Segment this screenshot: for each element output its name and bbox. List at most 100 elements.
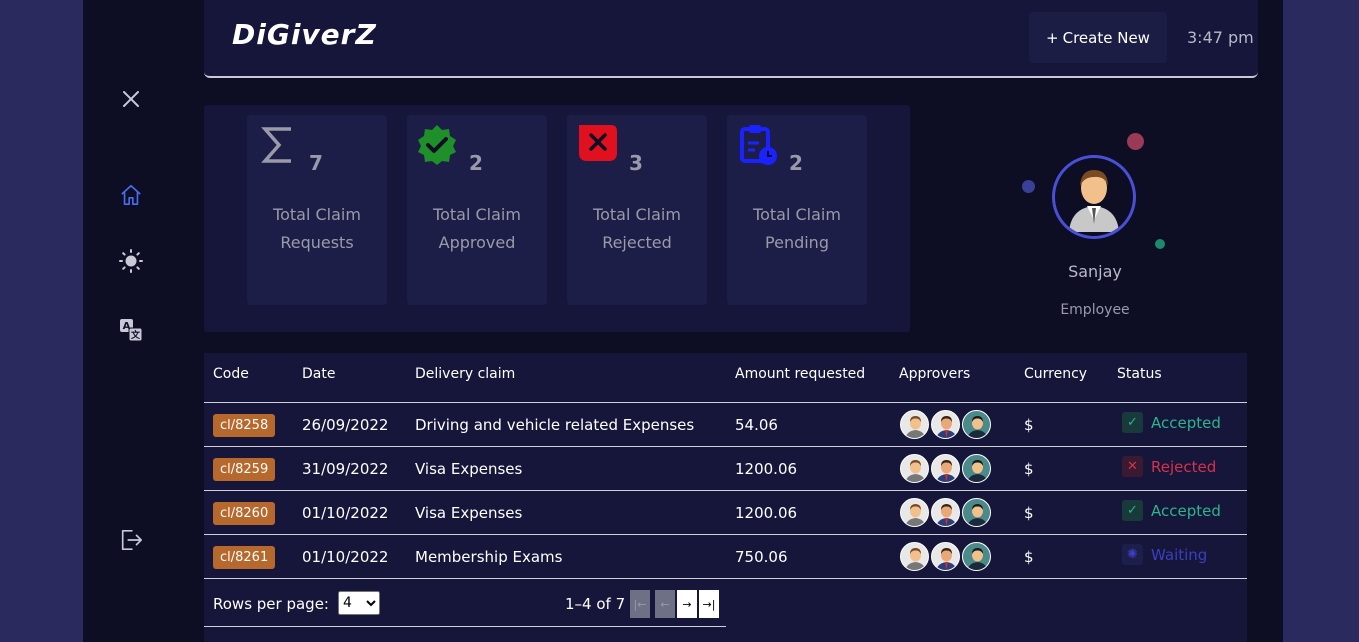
claim-amount: 54.06 [735,416,778,434]
claim-currency: $ [1024,416,1034,434]
close-icon[interactable] [119,87,143,111]
approver-avatar[interactable] [900,498,929,527]
stat-count: 3 [629,151,643,175]
previous-page-button[interactable]: ← [655,590,675,618]
decorative-dot [1022,180,1035,193]
table-row[interactable]: cl/8258 26/09/2022 Driving and vehicle r… [204,403,1247,447]
check-icon: ✓ [1122,500,1143,521]
claim-description: Visa Expenses [415,504,523,522]
approver-avatar[interactable] [962,498,991,527]
status-label: Waiting [1151,545,1208,564]
profile-card: Sanjay Employee [1010,130,1180,330]
user-avatar-icon [1069,170,1119,232]
status-waiting: ✺ Waiting [1122,544,1207,565]
sun-icon[interactable] [119,249,143,273]
approver-avatar[interactable] [931,410,960,439]
approver-avatar[interactable] [900,410,929,439]
table-row[interactable]: cl/8260 01/10/2022 Visa Expenses 1200.06… [204,491,1247,535]
sigma-icon [259,123,303,167]
status-label: Accepted [1151,413,1221,432]
approver-avatar[interactable] [931,454,960,483]
pending-clipboard-icon [737,123,781,167]
table-row[interactable]: cl/8259 31/09/2022 Visa Expenses 1200.06… [204,447,1247,491]
header-code[interactable]: Code [213,366,249,382]
decorative-dot [1155,239,1165,249]
header-claim[interactable]: Delivery claim [415,366,515,382]
stat-label: Total Claim Pending [753,205,841,252]
stats-panel: 7 Total Claim Requests 2 Total Claim Appro… [204,105,910,332]
header-status[interactable]: Status [1117,366,1162,382]
stat-label: Total Claim Rejected [593,205,681,252]
claim-description: Visa Expenses [415,460,523,478]
create-new-button[interactable]: + Create New [1029,12,1167,63]
pagination: Rows per page: 4 1–4 of 7 |← ← → →| [204,579,726,627]
claim-amount: 1200.06 [735,504,798,522]
claim-currency: $ [1024,548,1034,566]
claim-code-badge[interactable]: cl/8261 [213,546,276,569]
claim-currency: $ [1024,504,1034,522]
stat-count: 2 [789,151,803,175]
stat-count: 2 [469,151,483,175]
header-approvers[interactable]: Approvers [899,366,970,382]
approver-avatar[interactable] [962,542,991,571]
app-frame: A 文 DiGiverZ + Create New 3:47 pm 7 Tota… [83,0,1283,642]
stat-count: 7 [309,151,323,175]
plus-icon: + [1046,28,1059,47]
stat-card-approved[interactable]: 2 Total Claim Approved [407,115,547,305]
claim-date: 01/10/2022 [302,548,389,566]
approver-avatar[interactable] [962,454,991,483]
avatar[interactable] [1052,155,1136,239]
profile-role: Employee [1060,302,1130,318]
create-new-label: Create New [1062,28,1150,47]
stat-card-requests[interactable]: 7 Total Claim Requests [247,115,387,305]
top-header: DiGiverZ + Create New 3:47 pm [204,0,1258,78]
logout-icon[interactable] [119,528,143,552]
stat-card-pending[interactable]: 2 Total Claim Pending [727,115,867,305]
brand-logo[interactable]: DiGiverZ [232,18,377,51]
approvers-group [900,410,991,439]
claim-description: Driving and vehicle related Expenses [415,416,695,434]
stat-label: Total Claim Requests [273,205,361,252]
approver-avatar[interactable] [931,542,960,571]
approvers-group [900,454,991,483]
rows-per-page-label: Rows per page: [213,595,329,613]
approver-avatar[interactable] [900,542,929,571]
spinner-icon: ✺ [1122,544,1143,565]
approver-avatar[interactable] [931,498,960,527]
status-label: Rejected [1151,457,1217,476]
claim-amount: 1200.06 [735,460,798,478]
next-page-button[interactable]: → [677,590,697,618]
header-currency[interactable]: Currency [1024,366,1087,382]
claim-date: 01/10/2022 [302,504,389,522]
home-icon[interactable] [119,183,143,207]
header-amount[interactable]: Amount requested [735,366,865,382]
status-accepted: ✓ Accepted [1122,412,1221,433]
stat-label: Total Claim Approved [433,205,521,252]
claim-code-badge[interactable]: cl/8260 [213,502,276,525]
status-accepted: ✓ Accepted [1122,500,1221,521]
x-icon: ✕ [1122,456,1143,477]
claim-code-badge[interactable]: cl/8258 [213,414,276,437]
claim-amount: 750.06 [735,548,788,566]
rows-per-page-select[interactable]: 4 [338,591,380,615]
claim-date: 31/09/2022 [302,460,389,478]
profile-name: Sanjay [1068,262,1122,281]
claim-currency: $ [1024,460,1034,478]
approver-avatar[interactable] [962,410,991,439]
claim-code-badge[interactable]: cl/8259 [213,458,276,481]
clock-time: 3:47 pm [1187,28,1254,47]
claim-description: Membership Exams [415,548,563,566]
status-label: Accepted [1151,501,1221,520]
translate-icon[interactable]: A 文 [119,318,143,342]
stat-card-rejected[interactable]: 3 Total Claim Rejected [567,115,707,305]
approvers-group [900,498,991,527]
approver-avatar[interactable] [900,454,929,483]
status-rejected: ✕ Rejected [1122,456,1216,477]
sidebar: A 文 [83,0,183,642]
last-page-button[interactable]: →| [699,590,719,618]
first-page-button[interactable]: |← [630,590,650,618]
header-date[interactable]: Date [302,366,335,382]
decorative-dot [1127,133,1144,150]
table-row[interactable]: cl/8261 01/10/2022 Membership Exams 750.… [204,535,1247,579]
approved-badge-icon [415,123,459,167]
